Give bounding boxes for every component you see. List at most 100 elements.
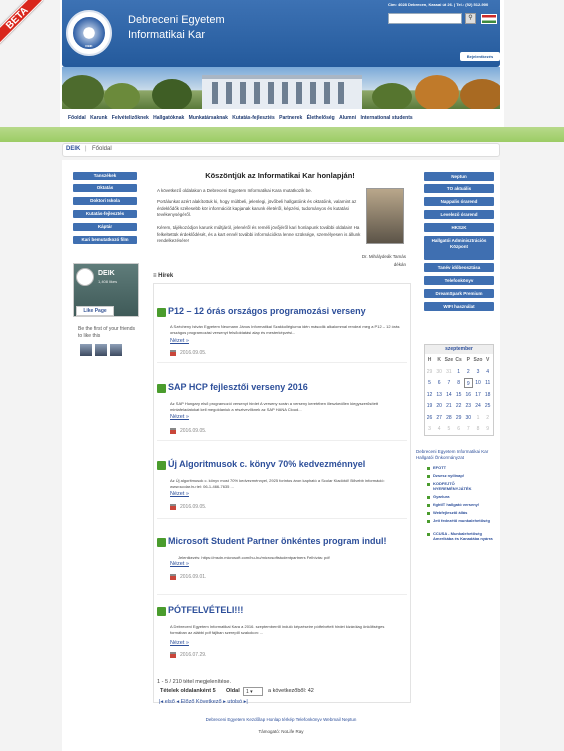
search-input[interactable] (388, 13, 462, 24)
news-more-link[interactable]: Nézet » (170, 491, 189, 497)
menu-telefonkonyv[interactable]: Telefonkönyv (424, 276, 494, 285)
calendar-day[interactable]: 18 (483, 390, 492, 400)
menu-doktori[interactable]: Doktori Iskola (73, 197, 137, 205)
calendar-day[interactable]: 2 (464, 367, 473, 377)
facebook-page-name[interactable]: DEIK (98, 270, 115, 277)
su-link[interactable]: EFOTT (433, 465, 507, 470)
menu-tanszekek[interactable]: Tanszékek (73, 172, 137, 180)
page-select[interactable]: 1 ▾ (243, 687, 263, 696)
login-button[interactable]: Bejelentkezés (460, 52, 500, 61)
calendar-day[interactable]: 3 (474, 367, 483, 377)
nav-item-international[interactable]: International students (360, 112, 412, 124)
calendar-day[interactable]: 4 (435, 424, 444, 434)
calendar-day[interactable]: 29 (454, 413, 463, 423)
pagination-nav[interactable]: |◂ első ◂ Előző Következő ▸ utolsó ▸| (159, 699, 248, 705)
calendar-day[interactable]: 24 (474, 401, 483, 411)
calendar-day[interactable]: 12 (425, 390, 434, 400)
menu-nappalis-orarend[interactable]: Nappalis órarend (424, 197, 494, 206)
calendar-day[interactable]: 6 (435, 378, 444, 388)
menu-kaptar[interactable]: Káptár (73, 223, 137, 231)
calendar-day[interactable]: 27 (435, 413, 444, 423)
calendar-day[interactable]: 21 (444, 401, 453, 411)
news-more-link[interactable]: Nézet » (170, 561, 189, 567)
calendar-day[interactable]: 31 (444, 367, 453, 377)
breadcrumb-home[interactable]: DEIK (66, 146, 80, 152)
calendar-day[interactable]: 13 (435, 390, 444, 400)
calendar-day[interactable]: 19 (425, 401, 434, 411)
calendar-day[interactable]: 26 (425, 413, 434, 423)
nav-item-elet[interactable]: Élethelőség (307, 112, 335, 124)
menu-hallgatoi-admin[interactable]: Hallgatói Adminisztrációs Központ (424, 236, 494, 260)
su-link[interactable]: Dzsesz nyílinap! (433, 473, 507, 478)
nav-item-felvetelizok[interactable]: Felvételizőknek (112, 112, 149, 124)
items-per-page[interactable]: Tételek oldalanként 5 (160, 688, 216, 694)
friend-avatar[interactable] (95, 344, 107, 356)
friend-avatar[interactable] (80, 344, 92, 356)
calendar-day[interactable]: 23 (464, 401, 473, 411)
menu-oktatas[interactable]: Oktatás (73, 184, 137, 192)
calendar-day[interactable]: 9 (483, 424, 492, 434)
calendar-day[interactable]: 15 (454, 390, 463, 400)
search-icon[interactable]: ⚲ (465, 13, 476, 24)
calendar-day[interactable]: 5 (425, 378, 434, 388)
calendar-day[interactable]: 30 (464, 413, 473, 423)
menu-kari-film[interactable]: Kari bemutatkozó film (73, 236, 137, 244)
nav-item-karunk[interactable]: Karunk (90, 112, 107, 124)
menu-wifi[interactable]: WIFI használat (424, 302, 494, 311)
su-link[interactable]: Gyarlura (433, 494, 507, 499)
facebook-like-button[interactable]: Like Page (76, 306, 114, 316)
calendar-day[interactable]: 7 (464, 424, 473, 434)
nav-item-kutatas[interactable]: Kutatás-fejlesztés (232, 112, 275, 124)
su-link[interactable]: Jeti fedezétő munkalehetőség (433, 518, 493, 523)
news-more-link[interactable]: Nézet » (170, 338, 189, 344)
menu-neptun[interactable]: Neptun (424, 172, 494, 181)
menu-to-aktualis[interactable]: TO aktuális (424, 184, 494, 193)
news-title[interactable]: P12 – 12 órás országos programozási vers… (168, 306, 366, 316)
su-link[interactable]: Webfejlesztő állás (433, 510, 507, 515)
calendar-day[interactable]: 29 (425, 367, 434, 377)
calendar-day[interactable]: 5 (444, 424, 453, 434)
facebook-page-avatar[interactable] (76, 268, 94, 286)
footer-links[interactable]: Debreceni Egyetem Kezdőlap Honlap térkép… (62, 717, 500, 722)
menu-dreamspark[interactable]: DreamSpark Premium (424, 289, 494, 298)
calendar-day[interactable]: 1 (454, 367, 463, 377)
su-link[interactable]: CCUSA - Munkalehetőség Amerikába és Kana… (433, 531, 497, 541)
calendar-day[interactable]: 1 (474, 413, 483, 423)
news-more-link[interactable]: Nézet » (170, 640, 189, 646)
footer-sponsor[interactable]: Támogató: NoLife Ray (62, 729, 500, 734)
calendar-day[interactable]: 28 (444, 413, 453, 423)
calendar-day[interactable]: 17 (474, 390, 483, 400)
calendar-day[interactable]: 9 (463, 378, 473, 388)
calendar-day[interactable]: 7 (444, 378, 453, 388)
news-more-link[interactable]: Nézet » (170, 414, 189, 420)
calendar-day[interactable]: 4 (483, 367, 492, 377)
nav-item-munkatarsak[interactable]: Munkatársaknak (189, 112, 228, 124)
calendar-day[interactable]: 20 (435, 401, 444, 411)
calendar-day[interactable]: 10 (474, 378, 483, 388)
news-title[interactable]: SAP HCP fejlesztői verseny 2016 (168, 382, 308, 392)
student-union-heading[interactable]: Debreceni Egyetem Informatikai Kar Hallg… (416, 449, 500, 463)
menu-levelezo-orarend[interactable]: Levelező órarend (424, 210, 494, 219)
friend-avatar[interactable] (110, 344, 122, 356)
nav-item-hallgatok[interactable]: Hallgatóknak (153, 112, 184, 124)
nav-item-home[interactable]: Főoldal (68, 112, 86, 124)
calendar-day[interactable]: 11 (483, 378, 492, 388)
su-link[interactable]: fightIT hallgató verseny! (433, 502, 507, 507)
calendar-day[interactable]: 3 (425, 424, 434, 434)
language-flag-icon[interactable] (481, 14, 497, 24)
nav-item-partnerek[interactable]: Partnerek (279, 112, 302, 124)
menu-hkszk[interactable]: HKSzK (424, 223, 494, 232)
calendar-day[interactable]: 30 (435, 367, 444, 377)
news-title[interactable]: PÓTFELVÉTELI!!! (168, 605, 243, 615)
calendar-day[interactable]: 16 (464, 390, 473, 400)
calendar-day[interactable]: 8 (454, 378, 463, 388)
news-title[interactable]: Új Algoritmusok c. könyv 70% kedvezménny… (168, 459, 365, 469)
calendar-day[interactable]: 22 (454, 401, 463, 411)
calendar-day[interactable]: 2 (483, 413, 492, 423)
news-title[interactable]: Microsoft Student Partner önkéntes progr… (168, 536, 387, 546)
nav-item-alumni[interactable]: Alumni (339, 112, 356, 124)
calendar-day[interactable]: 25 (483, 401, 492, 411)
calendar-day[interactable]: 8 (474, 424, 483, 434)
su-link[interactable]: KODFEJTŐ NYEREMÉNYJÁTÉK (433, 481, 493, 491)
menu-tanev[interactable]: Tanév időbeosztása (424, 263, 494, 272)
